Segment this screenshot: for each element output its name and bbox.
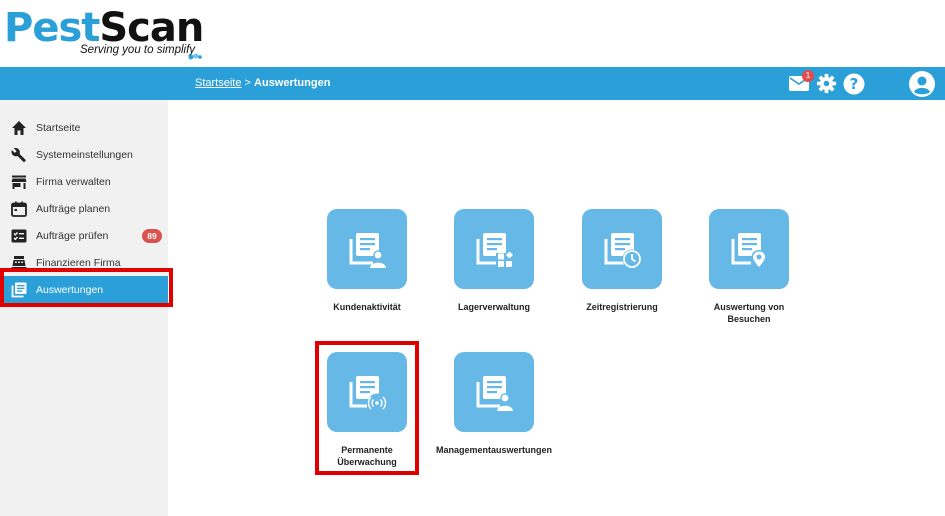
settings-button[interactable] [815,73,837,95]
cash-register-icon [10,254,27,271]
tile-icon-box [454,209,534,289]
breadcrumb-home-link[interactable]: Startseite [195,77,241,89]
tile-zeitregistrierung[interactable]: Zeitregistrierung [557,209,687,313]
tile-icon-box [327,209,407,289]
tile-kundenaktivitaet[interactable]: Kundenaktivität [302,209,432,313]
logo-drops-icon [188,53,202,60]
report-location-icon [731,233,767,269]
user-menu-button[interactable] [909,70,935,97]
breadcrumb-separator: > [244,77,251,89]
tile-icon-box [454,352,534,432]
sidebar-item-auftraege-pruefen[interactable]: Aufträge prüfen 89 [0,222,168,249]
top-icons: 1 ? [788,67,935,100]
svg-text:?: ? [850,75,859,93]
sidebar-item-label: Auswertungen [36,283,104,296]
sidebar-item-startseite[interactable]: Startseite [0,114,168,141]
mail-count-badge: 1 [802,69,814,82]
report-clock-icon [604,233,642,269]
sidebar-item-firma-verwalten[interactable]: Firma verwalten [0,168,168,195]
tile-icon-box [582,209,662,289]
tile-label: Zeitregistrierung [586,302,658,312]
tile-managementauswertungen[interactable]: Managementauswertungen [429,352,559,456]
sidebar-item-auftraege-planen[interactable]: Aufträge planen [0,195,168,222]
tile-lagerverwaltung[interactable]: Lagerverwaltung [429,209,559,313]
sidebar-item-label: Finanzieren Firma [36,256,121,269]
sidebar-item-label: Aufträge planen [36,202,111,215]
tile-permanente-ueberwachung[interactable]: Permanente Überwachung [302,352,432,468]
tile-icon-box [709,209,789,289]
help-icon: ? [843,73,865,94]
breadcrumb: Startseite > Auswertungen [195,67,330,100]
sidebar-item-label: Startseite [36,121,81,134]
home-icon [10,119,27,136]
sidebar-item-label: Systemeinstellungen [36,148,133,161]
logo-tagline: Serving you to simplify [80,44,196,56]
pestscan-logo[interactable]: PestScan Serving you to simplify [4,6,204,64]
gear-icon [816,73,836,94]
tile-label: Permanente Überwachung [337,445,397,467]
sidebar-item-label: Aufträge prüfen [36,229,109,242]
sidebar-item-label: Firma verwalten [36,175,111,188]
tile-label: Lagerverwaltung [457,302,531,312]
tile-label: Kundenaktivität [333,302,401,312]
pending-count-badge: 89 [142,229,162,243]
help-button[interactable]: ? [843,73,865,95]
top-bar: Startseite > Auswertungen 1 ? [0,67,945,100]
tile-label: Auswertung von Besuchen [713,302,785,324]
tile-auswertung-von-besuchen[interactable]: Auswertung von Besuchen [684,209,814,325]
user-avatar-icon [909,70,935,97]
report-user-icon [349,233,386,268]
sidebar-item-finanzieren-firma[interactable]: Finanzieren Firma [0,249,168,276]
store-icon [10,173,27,190]
sidebar-item-auswertungen[interactable]: Auswertungen [0,276,168,303]
sidebar-item-systemeinstellungen[interactable]: Systemeinstellungen [0,141,168,168]
report-user-icon [476,376,513,411]
breadcrumb-current: Auswertungen [254,77,331,89]
report-widgets-icon [476,233,514,269]
language-button[interactable] [873,76,897,92]
calendar-icon [10,200,27,217]
mail-button[interactable]: 1 [788,69,814,94]
sidebar: Startseite Systemeinstellungen Firma ver… [0,100,168,516]
checklist-icon [10,227,27,244]
report-icon [10,281,27,298]
tile-label: Managementauswertungen [435,445,553,455]
tile-icon-box [327,352,407,432]
wrench-icon [10,146,27,163]
report-signal-icon [349,376,387,412]
